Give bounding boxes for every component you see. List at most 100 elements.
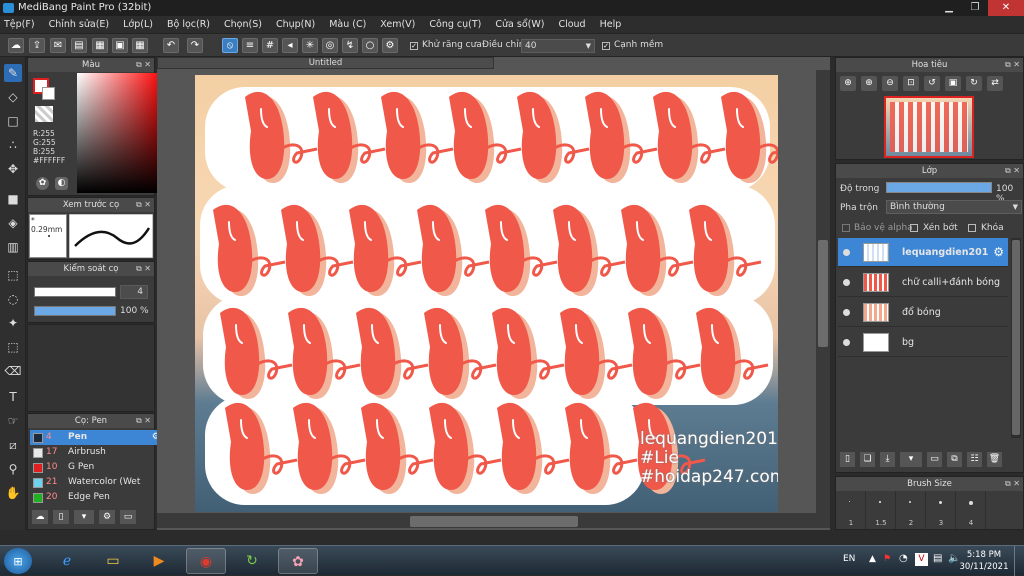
parallel-snap-icon[interactable]: ≡ (242, 38, 258, 53)
eye-icon[interactable] (843, 339, 850, 346)
tray-arrow-icon[interactable]: ▲ (869, 554, 876, 564)
brush-item-pen[interactable]: 4 Pen ⚙ (30, 430, 163, 445)
flip-icon[interactable]: ⇄ (987, 76, 1003, 91)
eye-icon[interactable] (843, 279, 850, 286)
new-brush-icon[interactable]: ▯ (53, 510, 69, 524)
document-icon[interactable]: ▦ (92, 38, 108, 53)
radial-snap-icon[interactable]: ✳ (302, 38, 318, 53)
brush-settings-icon[interactable]: ⚙ (99, 510, 115, 524)
vietkey-icon[interactable]: V (915, 553, 928, 566)
gear-icon[interactable]: ⚙ (993, 238, 1004, 267)
panel-close-icon[interactable]: ⧉ ✕ (136, 262, 151, 276)
zoom-in-icon[interactable]: ⊕ (861, 76, 877, 91)
hand-tool-icon[interactable]: ✋ (4, 484, 22, 502)
select-eraser-icon[interactable]: ⌫ (4, 362, 22, 380)
select-pen-icon[interactable]: ⬚ (4, 338, 22, 356)
drawing-canvas[interactable]: lequangdien201 #Lie #hoidap247.com (195, 75, 778, 512)
brush-item-edge-pen[interactable]: 20 Edge Pen (30, 490, 163, 505)
zoom-in-icon[interactable]: ⊕ (840, 76, 856, 91)
brush-size-cell[interactable]: 1.5 (866, 491, 896, 529)
eraser-tool-icon[interactable]: ◇ (4, 88, 22, 106)
rectangle-tool-icon[interactable]: □ (4, 112, 22, 130)
navigator-thumbnail[interactable] (884, 96, 974, 158)
panel-close-icon[interactable]: ⧉ ✕ (1005, 477, 1020, 491)
eye-icon[interactable] (843, 309, 850, 316)
text-tool-icon[interactable]: T (4, 388, 22, 406)
brush-item-airbrush[interactable]: 17 Airbrush (30, 445, 163, 460)
lasso-tool-icon[interactable]: ◌ (4, 290, 22, 308)
panel-close-icon[interactable]: ⧉ ✕ (1005, 164, 1020, 178)
clock-icon[interactable]: ◔ (899, 553, 908, 564)
add-brush-icon[interactable]: ▾ (74, 510, 94, 524)
operation-tool-icon[interactable]: ☞ (4, 412, 22, 430)
menu-window[interactable]: Cửa sổ(W) (495, 19, 544, 30)
antialias-checkbox[interactable]: ✓ (410, 42, 418, 50)
menu-help[interactable]: Help (600, 19, 622, 30)
menu-color[interactable]: Màu (C) (329, 19, 366, 30)
panel-close-icon[interactable]: ⧉ ✕ (136, 58, 151, 72)
page-icon[interactable]: ▤ (71, 38, 87, 53)
trash-icon[interactable]: 🗑 (987, 452, 1002, 467)
bucket-tool-icon[interactable]: ◈ (4, 214, 22, 232)
menu-tools[interactable]: Công cụ(T) (429, 19, 481, 30)
layer-row[interactable]: bg (838, 328, 1008, 357)
snap-off-icon[interactable]: ⦸ (222, 38, 238, 53)
settings-icon[interactable]: ⚙ (382, 38, 398, 53)
cross-snap-icon[interactable]: # (262, 38, 278, 53)
panel-close-icon[interactable]: ⧉ ✕ (136, 414, 151, 428)
curve-snap-icon[interactable]: ↯ (342, 38, 358, 53)
menu-file[interactable]: Tệp(F) (4, 19, 35, 30)
explorer-taskbar-icon[interactable]: ▭ (93, 548, 133, 574)
secondary-color-swatch[interactable] (42, 87, 55, 100)
brush-size-cell[interactable]: 3 (926, 491, 956, 529)
brush-size-slider[interactable] (34, 287, 116, 297)
language-indicator[interactable]: EN (843, 554, 855, 564)
palette-icon[interactable]: ✿ (36, 177, 49, 190)
panel-close-icon[interactable]: ⧉ ✕ (136, 198, 151, 212)
medibang-taskbar-icon[interactable]: ✿ (278, 548, 318, 574)
magic-wand-icon[interactable]: ✦ (4, 314, 22, 332)
maximize-button[interactable]: ❐ (962, 0, 988, 16)
horizontal-scroll-thumb[interactable] (410, 516, 578, 527)
undo-icon[interactable]: ↶ (163, 38, 179, 53)
menu-view[interactable]: Xem(V) (380, 19, 415, 30)
share-icon[interactable]: ⇪ (29, 38, 45, 53)
select-tool-icon[interactable]: ⬚ (4, 266, 22, 284)
divide-tool-icon[interactable]: ⧄ (4, 436, 22, 454)
layer-row[interactable]: lequangdien201 ⚙ (838, 238, 1008, 267)
menu-edit[interactable]: Chỉnh sửa(E) (49, 19, 110, 30)
network-icon[interactable]: ▤ (933, 553, 942, 564)
ie-taskbar-icon[interactable]: ℯ (47, 548, 87, 574)
transparent-swatch[interactable] (35, 106, 53, 122)
eye-icon[interactable] (843, 249, 850, 256)
layer-opacity-slider[interactable] (886, 182, 992, 193)
folder-icon[interactable]: ▭ (120, 510, 136, 524)
grid-icon[interactable]: ▦ (132, 38, 148, 53)
brush-tool-icon[interactable]: ✎ (4, 64, 22, 82)
layer-settings-icon[interactable]: ☷ (967, 452, 982, 467)
protect-alpha-checkbox[interactable] (842, 224, 850, 232)
menu-snap[interactable]: Chụp(N) (276, 19, 315, 30)
panel-close-icon[interactable]: ⧉ ✕ (1005, 58, 1020, 72)
brush-item-watercolor[interactable]: 21 Watercolor (Wet (30, 475, 163, 490)
duplicate-icon[interactable]: ⧉ (947, 452, 962, 467)
correction-select[interactable]: 40 ▼ (521, 39, 595, 53)
eyedropper-tool-icon[interactable]: ⚲ (4, 460, 22, 478)
ellipse-snap-icon[interactable]: ○ (362, 38, 378, 53)
add-layer-dropdown-icon[interactable]: ▾ (900, 452, 922, 467)
brush-opacity-slider[interactable] (34, 306, 116, 316)
menu-layer[interactable]: Lớp(L) (123, 19, 153, 30)
menu-select[interactable]: Chọn(S) (224, 19, 262, 30)
brush-size-cell[interactable]: 1 (836, 491, 866, 529)
minimize-button[interactable]: ▁ (936, 0, 962, 16)
layer-row[interactable]: chữ calli+đánh bóng (838, 268, 1008, 297)
brush-item-g-pen[interactable]: 10 G Pen (30, 460, 163, 475)
flag-icon[interactable]: ⚑ (883, 554, 891, 564)
menu-filter[interactable]: Bộ lọc(R) (167, 19, 210, 30)
cloud-icon[interactable]: ☁ (8, 38, 24, 53)
redo-icon[interactable]: ↷ (187, 38, 203, 53)
actual-size-icon[interactable]: ⊡ (903, 76, 919, 91)
panel-icon[interactable]: ▣ (112, 38, 128, 53)
blend-mode-select[interactable]: Bình thường ▼ (886, 200, 1022, 214)
show-desktop-button[interactable] (1014, 546, 1024, 576)
